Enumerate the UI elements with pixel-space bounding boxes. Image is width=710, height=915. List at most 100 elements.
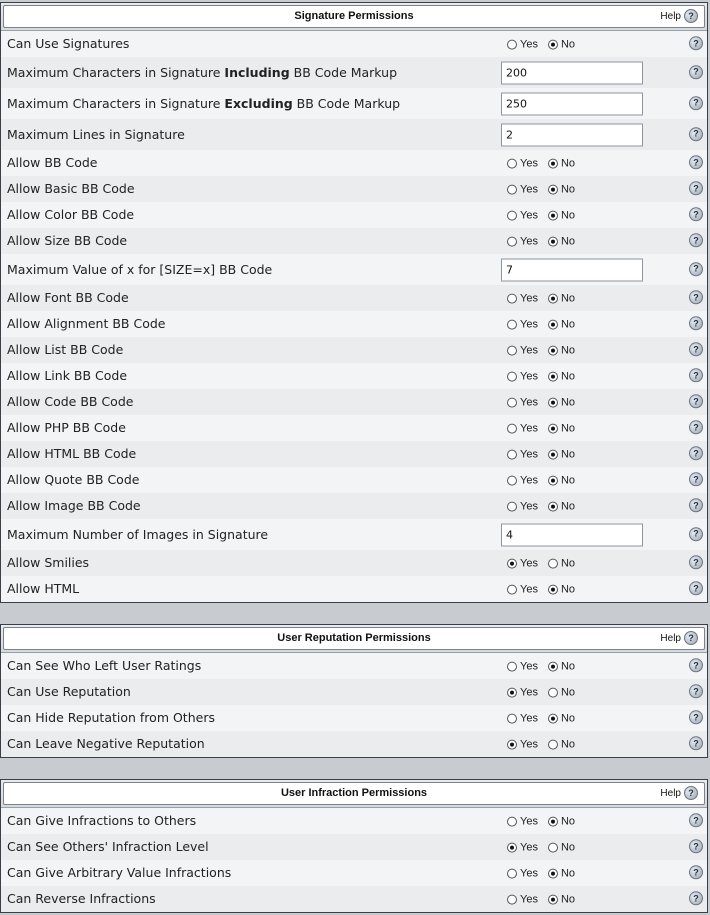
help-icon[interactable]: ? bbox=[689, 446, 703, 461]
yes-radio-label[interactable]: Yes bbox=[520, 158, 538, 170]
help-icon[interactable]: ? bbox=[689, 813, 703, 828]
yes-radio[interactable] bbox=[507, 713, 517, 724]
no-radio-label[interactable]: No bbox=[561, 210, 575, 222]
help-icon[interactable]: ? bbox=[684, 9, 698, 23]
no-radio-label[interactable]: No bbox=[561, 894, 575, 906]
no-radio-label[interactable]: No bbox=[561, 423, 575, 435]
no-radio-label[interactable]: No bbox=[561, 236, 575, 248]
help-icon[interactable]: ? bbox=[689, 420, 703, 435]
no-radio-label[interactable]: No bbox=[561, 661, 575, 673]
yes-radio[interactable] bbox=[507, 558, 517, 569]
no-radio[interactable] bbox=[547, 501, 558, 512]
yes-radio[interactable] bbox=[507, 236, 517, 247]
yes-radio[interactable] bbox=[507, 397, 517, 408]
no-radio-label[interactable]: No bbox=[561, 739, 575, 751]
yes-radio[interactable] bbox=[507, 293, 517, 304]
yes-radio[interactable] bbox=[507, 687, 517, 698]
help-icon[interactable]: ? bbox=[689, 368, 703, 383]
help-icon[interactable]: ? bbox=[689, 394, 703, 409]
yes-radio-label[interactable]: Yes bbox=[520, 687, 538, 699]
no-radio[interactable] bbox=[547, 584, 558, 595]
help-icon[interactable]: ? bbox=[689, 261, 703, 276]
yes-radio[interactable] bbox=[507, 449, 517, 460]
yes-radio[interactable] bbox=[507, 842, 517, 853]
yes-radio-label[interactable]: Yes bbox=[520, 423, 538, 435]
no-radio-label[interactable]: No bbox=[561, 687, 575, 699]
yes-radio-label[interactable]: Yes bbox=[520, 739, 538, 751]
no-radio[interactable] bbox=[547, 661, 558, 672]
no-radio[interactable] bbox=[547, 894, 558, 905]
help-icon[interactable]: ? bbox=[689, 736, 703, 751]
no-radio-label[interactable]: No bbox=[561, 293, 575, 305]
no-radio[interactable] bbox=[547, 319, 558, 330]
help-icon[interactable]: ? bbox=[689, 684, 703, 699]
yes-radio-label[interactable]: Yes bbox=[520, 371, 538, 383]
no-radio-label[interactable]: No bbox=[561, 345, 575, 357]
no-radio-label[interactable]: No bbox=[561, 184, 575, 196]
yes-radio-label[interactable]: Yes bbox=[520, 210, 538, 222]
no-radio[interactable] bbox=[547, 475, 558, 486]
help-icon[interactable]: ? bbox=[689, 526, 703, 541]
yes-radio[interactable] bbox=[507, 816, 517, 827]
help-link[interactable]: Help ? bbox=[660, 786, 698, 800]
yes-radio[interactable] bbox=[507, 319, 517, 330]
no-radio[interactable] bbox=[547, 184, 558, 195]
no-radio[interactable] bbox=[547, 713, 558, 724]
no-radio[interactable] bbox=[547, 158, 558, 169]
setting-input[interactable]: 2 bbox=[501, 123, 643, 146]
yes-radio[interactable] bbox=[507, 584, 517, 595]
no-radio-label[interactable]: No bbox=[561, 371, 575, 383]
no-radio[interactable] bbox=[547, 842, 558, 853]
help-icon[interactable]: ? bbox=[689, 581, 703, 596]
no-radio[interactable] bbox=[547, 816, 558, 827]
help-icon[interactable]: ? bbox=[689, 865, 703, 880]
help-icon[interactable]: ? bbox=[689, 95, 703, 110]
help-icon[interactable]: ? bbox=[689, 233, 703, 248]
no-radio[interactable] bbox=[547, 558, 558, 569]
yes-radio-label[interactable]: Yes bbox=[520, 894, 538, 906]
yes-radio-label[interactable]: Yes bbox=[520, 319, 538, 331]
no-radio-label[interactable]: No bbox=[561, 158, 575, 170]
no-radio-label[interactable]: No bbox=[561, 397, 575, 409]
no-radio[interactable] bbox=[547, 39, 558, 50]
help-icon[interactable]: ? bbox=[689, 126, 703, 141]
no-radio-label[interactable]: No bbox=[561, 842, 575, 854]
yes-radio[interactable] bbox=[507, 739, 517, 750]
setting-input[interactable]: 4 bbox=[501, 523, 643, 546]
no-radio[interactable] bbox=[547, 345, 558, 356]
yes-radio[interactable] bbox=[507, 39, 517, 50]
yes-radio-label[interactable]: Yes bbox=[520, 558, 538, 570]
setting-input[interactable]: 200 bbox=[501, 61, 643, 84]
yes-radio-label[interactable]: Yes bbox=[520, 397, 538, 409]
no-radio-label[interactable]: No bbox=[561, 449, 575, 461]
yes-radio[interactable] bbox=[507, 661, 517, 672]
yes-radio-label[interactable]: Yes bbox=[520, 184, 538, 196]
yes-radio-label[interactable]: Yes bbox=[520, 345, 538, 357]
yes-radio-label[interactable]: Yes bbox=[520, 475, 538, 487]
no-radio[interactable] bbox=[547, 739, 558, 750]
yes-radio[interactable] bbox=[507, 371, 517, 382]
yes-radio-label[interactable]: Yes bbox=[520, 713, 538, 725]
help-icon[interactable]: ? bbox=[684, 786, 698, 800]
yes-radio-label[interactable]: Yes bbox=[520, 661, 538, 673]
yes-radio-label[interactable]: Yes bbox=[520, 39, 538, 51]
yes-radio-label[interactable]: Yes bbox=[520, 236, 538, 248]
yes-radio[interactable] bbox=[507, 501, 517, 512]
help-icon[interactable]: ? bbox=[689, 207, 703, 222]
no-radio-label[interactable]: No bbox=[561, 816, 575, 828]
help-link[interactable]: Help ? bbox=[660, 631, 698, 645]
yes-radio[interactable] bbox=[507, 423, 517, 434]
help-icon[interactable]: ? bbox=[689, 342, 703, 357]
no-radio[interactable] bbox=[547, 293, 558, 304]
help-icon[interactable]: ? bbox=[689, 658, 703, 673]
help-icon[interactable]: ? bbox=[689, 64, 703, 79]
help-link[interactable]: Help ? bbox=[660, 9, 698, 23]
help-icon[interactable]: ? bbox=[689, 498, 703, 513]
help-icon[interactable]: ? bbox=[684, 631, 698, 645]
help-icon[interactable]: ? bbox=[689, 316, 703, 331]
help-icon[interactable]: ? bbox=[689, 290, 703, 305]
yes-radio[interactable] bbox=[507, 210, 517, 221]
no-radio-label[interactable]: No bbox=[561, 584, 575, 596]
help-icon[interactable]: ? bbox=[689, 555, 703, 570]
no-radio[interactable] bbox=[547, 868, 558, 879]
